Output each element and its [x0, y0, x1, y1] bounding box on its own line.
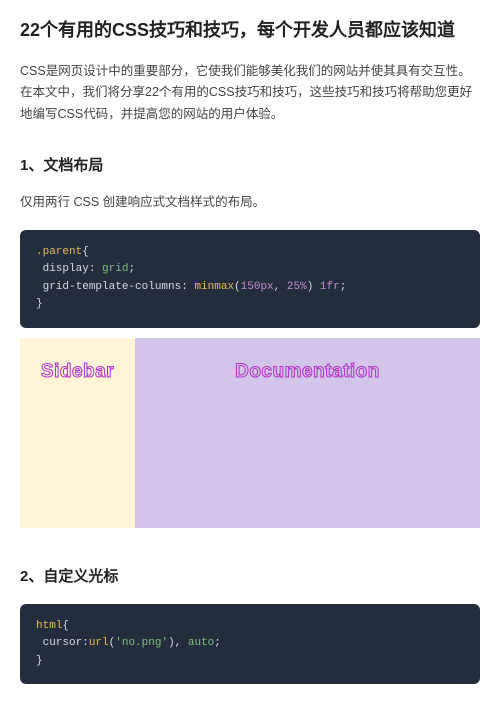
code-selector: .parent	[36, 246, 82, 258]
section-1-desc: 仅用两行 CSS 创建响应式文档样式的布局。	[20, 192, 480, 213]
demo-sidebar-label: Sidebar	[41, 356, 114, 388]
code-prop: grid-template-columns	[43, 281, 182, 293]
demo-main: Documentation	[135, 338, 480, 528]
code-tail: auto	[188, 637, 214, 649]
code-val: grid	[102, 263, 128, 275]
intro-paragraph: CSS是网页设计中的重要部分，它使我们能够美化我们的网站并使其具有交互性。在本文…	[20, 61, 480, 125]
code-selector: html	[36, 620, 62, 632]
section-2-heading: 2、自定义光标	[20, 564, 480, 590]
demo-layout: Sidebar Documentation	[20, 338, 480, 528]
code-block-2: html{ cursor:url('no.png'), auto; }	[20, 604, 480, 685]
code-fn: minmax	[194, 281, 234, 293]
code-tail: 1fr	[320, 281, 340, 293]
code-fn: url	[89, 637, 109, 649]
page-title: 22个有用的CSS技巧和技巧，每个开发人员都应该知道	[20, 18, 480, 43]
code-prop: cursor	[43, 637, 83, 649]
code-arg: 'no.png'	[115, 637, 168, 649]
demo-main-label: Documentation	[235, 356, 380, 388]
section-1-heading: 1、文档布局	[20, 153, 480, 179]
code-prop: display	[43, 263, 89, 275]
demo-sidebar: Sidebar	[20, 338, 135, 528]
code-arg: 150px	[241, 281, 274, 293]
code-arg: 25%	[287, 281, 307, 293]
code-block-1: .parent{ display: grid; grid-template-co…	[20, 230, 480, 328]
